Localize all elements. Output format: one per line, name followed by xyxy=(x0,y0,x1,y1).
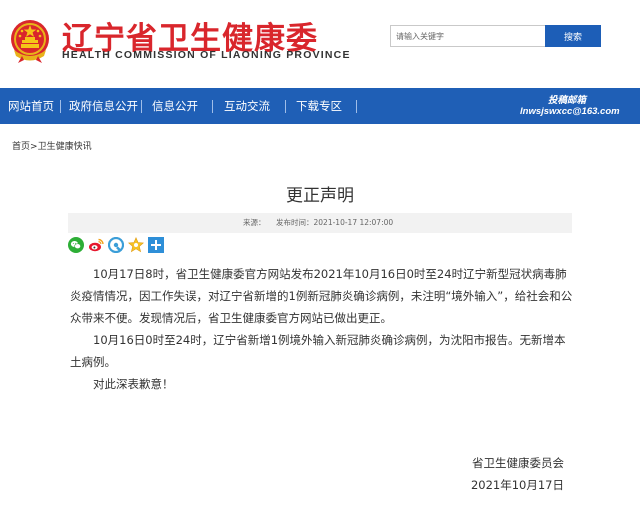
breadcrumb-separator: > xyxy=(30,142,38,152)
breadcrumb-home-link[interactable]: 首页 xyxy=(12,142,30,152)
nav-item-interaction[interactable]: 互动交流 xyxy=(224,88,270,124)
favorite-star-icon[interactable] xyxy=(127,237,145,253)
article-source: 来源： xyxy=(243,218,266,227)
qzone-icon[interactable] xyxy=(107,236,125,254)
wechat-icon[interactable] xyxy=(68,237,84,253)
mailbox-label: 投稿邮箱 xyxy=(548,95,587,106)
article-signature: 省卫生健康委员会 xyxy=(472,456,564,470)
nav-divider xyxy=(141,100,142,113)
share-toolbar xyxy=(68,236,164,254)
article-paragraph: 10月17日8时，省卫生健康委官方网站发布2021年10月16日0时至24时辽宁… xyxy=(70,267,573,325)
site-title-english: HEALTH COMMISSION OF LIAONING PROVINCE xyxy=(62,49,351,61)
nav-item-downloads[interactable]: 下载专区 xyxy=(296,88,342,124)
breadcrumb: 首页>卫生健康快讯 xyxy=(12,139,92,152)
site-header: 辽宁省卫生健康委 HEALTH COMMISSION OF LIAONING P… xyxy=(0,0,640,88)
article-meta-bar: 来源： 发布时间：2021-10-17 12:07:00 xyxy=(68,213,572,233)
nav-divider xyxy=(60,100,61,113)
article-signature-date: 2021年10月17日 xyxy=(470,478,564,492)
nav-item-info-disclosure[interactable]: 信息公开 xyxy=(152,88,198,124)
article-publish-date: 发布时间：2021-10-17 12:07:00 xyxy=(276,218,394,227)
nav-divider xyxy=(212,100,213,113)
search-input[interactable] xyxy=(390,25,546,47)
breadcrumb-current-link[interactable]: 卫生健康快讯 xyxy=(38,142,92,152)
search-button[interactable]: 搜索 xyxy=(545,25,601,47)
national-emblem-icon[interactable] xyxy=(8,18,52,64)
article-paragraph: 10月16日0时至24时，辽宁省新增1例境外输入新冠肺炎确诊病例，为沈阳市报告。… xyxy=(70,333,566,369)
nav-divider xyxy=(356,100,357,113)
mailbox-address-link[interactable]: lnwsjswxcc@163.com xyxy=(520,106,620,117)
nav-item-gov-info-disclosure[interactable]: 政府信息公开 xyxy=(69,88,138,124)
article-signature-block: 省卫生健康委员会 2021年10月17日 xyxy=(471,452,564,496)
nav-divider xyxy=(285,100,286,113)
article-body: 10月17日8时，省卫生健康委官方网站发布2021年10月16日0时至24时辽宁… xyxy=(70,263,575,395)
more-plus-icon[interactable] xyxy=(148,237,164,253)
article-paragraph: 对此深表歉意！ xyxy=(93,377,174,391)
nav-item-home[interactable]: 网站首页 xyxy=(8,88,54,124)
weibo-icon[interactable] xyxy=(88,237,104,253)
article-title: 更正声明 xyxy=(286,186,354,206)
